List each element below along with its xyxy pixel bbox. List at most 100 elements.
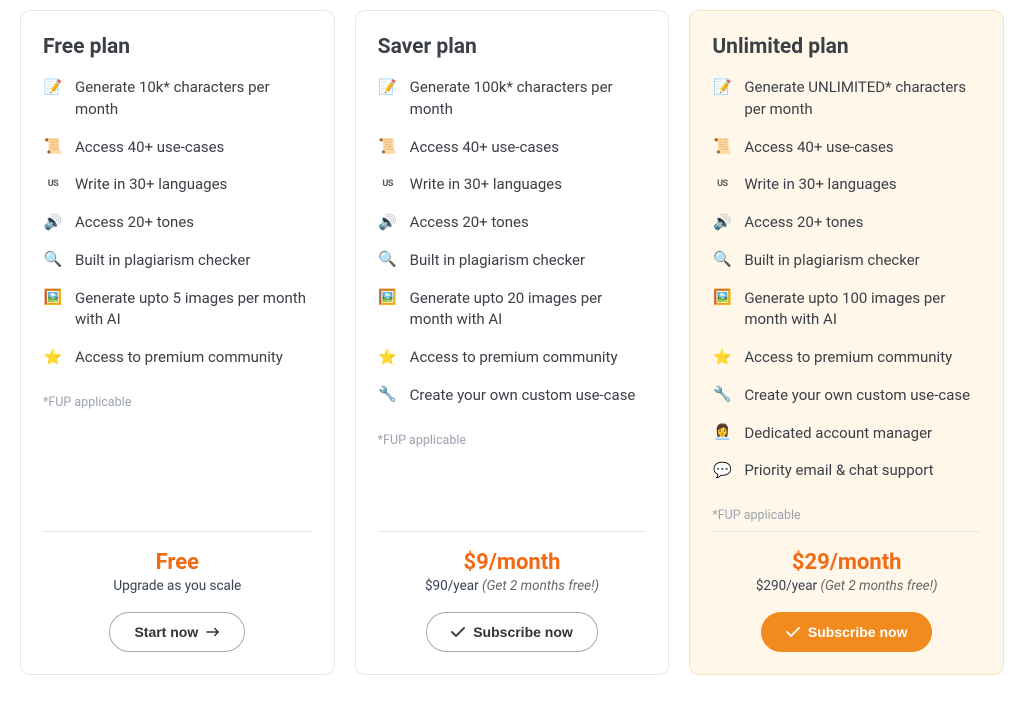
feature-label: Access 20+ tones [744, 212, 863, 234]
feature-item: 📜 Access 40+ use-cases [43, 137, 312, 159]
feature-item: 🔧 Create your own custom use-case [712, 385, 981, 407]
chat-icon: 💬 [712, 460, 732, 480]
feature-label: Write in 30+ languages [75, 174, 227, 196]
cta-label: Subscribe now [473, 624, 573, 640]
scroll-icon: 📜 [712, 137, 732, 157]
feature-item: 🖼️ Generate upto 20 images per month with… [378, 288, 647, 332]
feature-item: 🔊 Access 20+ tones [43, 212, 312, 234]
document-icon: 📝 [43, 77, 63, 97]
flag-us-icon: US [43, 174, 63, 194]
scroll-icon: 📜 [378, 137, 398, 157]
feature-item: 📝 Generate UNLIMITED* characters per mont… [712, 77, 981, 121]
star-icon: ⭐ [378, 347, 398, 367]
feature-item: 🔧 Create your own custom use-case [378, 385, 647, 407]
feature-item: 📝 Generate 100k* characters per month [378, 77, 647, 121]
feature-list: 📝 Generate UNLIMITED* characters per mont… [712, 77, 981, 498]
plan-card: Unlimited plan 📝 Generate UNLIMITED* chara… [689, 10, 1004, 675]
feature-label: Create your own custom use-case [410, 385, 636, 407]
feature-item: 💬 Priority email & chat support [712, 460, 981, 482]
image-icon: 🖼️ [712, 288, 732, 308]
feature-label: Generate 10k* characters per month [75, 77, 312, 121]
feature-label: Built in plagiarism checker [410, 250, 585, 272]
magnifier-icon: 🔍 [378, 250, 398, 270]
magnifier-icon: 🔍 [712, 250, 732, 270]
feature-item: 🔍 Built in plagiarism checker [712, 250, 981, 272]
star-icon: ⭐ [43, 347, 63, 367]
feature-item: ⭐ Access to premium community [712, 347, 981, 369]
divider [378, 531, 647, 532]
feature-label: Built in plagiarism checker [75, 250, 250, 272]
price-main: $29/month [712, 550, 981, 575]
flag-us-icon: US [712, 174, 732, 194]
feature-item: 👩‍💼Dedicated account manager [712, 423, 981, 445]
plan-title: Unlimited plan [712, 35, 981, 59]
subscribe-now-button[interactable]: Subscribe now [761, 612, 933, 652]
feature-item: US Write in 30+ languages [378, 174, 647, 196]
plan-title: Saver plan [378, 35, 647, 59]
feature-label: Access to premium community [410, 347, 618, 369]
scroll-icon: 📜 [43, 137, 63, 157]
magnifier-icon: 🔍 [43, 250, 63, 270]
wrench-icon: 🔧 [378, 385, 398, 405]
feature-item: 📜 Access 40+ use-cases [712, 137, 981, 159]
feature-list: 📝 Generate 10k* characters per month 📜 Acce… [43, 77, 312, 385]
arrow-right-icon [206, 627, 220, 637]
cta-label: Start now [134, 624, 198, 640]
plan-card: Free plan 📝 Generate 10k* characters per m… [20, 10, 335, 675]
plan-title: Free plan [43, 35, 312, 59]
flag-us-icon: US [378, 174, 398, 194]
feature-label: Priority email & chat support [744, 460, 933, 482]
document-icon: 📝 [378, 77, 398, 97]
speaker-icon: 🔊 [43, 212, 63, 232]
feature-item: ⭐ Access to premium community [378, 347, 647, 369]
feature-item: 🔊Access 20+ tones [378, 212, 647, 234]
feature-label: Access 20+ tones [75, 212, 194, 234]
start-now-button[interactable]: Start now [109, 612, 245, 652]
feature-label: Generate upto 5 images per month with AI [75, 288, 312, 332]
price-sub: $90/year (Get 2 months free!) [378, 578, 647, 594]
feature-label: Create your own custom use-case [744, 385, 970, 407]
feature-label: Generate upto 100 images per month with … [744, 288, 981, 332]
price-main: $9/month [378, 550, 647, 575]
feature-item: 🖼️ Generate upto 5 images per month with … [43, 288, 312, 332]
feature-label: Access to premium community [744, 347, 952, 369]
divider [712, 531, 981, 532]
star-icon: ⭐ [712, 347, 732, 367]
feature-label: Generate 100k* characters per month [410, 77, 647, 121]
manager-icon: 👩‍💼 [712, 423, 732, 443]
subscribe-now-button[interactable]: Subscribe now [426, 612, 598, 652]
check-icon [786, 627, 800, 637]
fup-note: *FUP applicable [712, 508, 981, 523]
check-icon [451, 627, 465, 637]
feature-label: Generate UNLIMITED* characters per month [744, 77, 981, 121]
feature-label: Access 40+ use-cases [410, 137, 559, 159]
image-icon: 🖼️ [378, 288, 398, 308]
cta-label: Subscribe now [808, 624, 908, 640]
feature-item: US Write in 30+ languages [712, 174, 981, 196]
speaker-icon: 🔊 [712, 212, 732, 232]
plans-container: Free plan 📝 Generate 10k* characters per m… [20, 10, 1004, 675]
price-sub: $290/year (Get 2 months free!) [712, 578, 981, 594]
fup-note: *FUP applicable [43, 395, 312, 410]
plan-card: Saver plan 📝 Generate 100k* characters per… [355, 10, 670, 675]
feature-label: Access 40+ use-cases [744, 137, 893, 159]
document-icon: 📝 [712, 77, 732, 97]
price-main: Free [43, 550, 312, 575]
feature-item: 🔊 Access 20+ tones [712, 212, 981, 234]
feature-item: 🔍 Built in plagiarism checker [378, 250, 647, 272]
feature-item: 🖼️ Generate upto 100 images per month wit… [712, 288, 981, 332]
price-block: $9/month $90/year (Get 2 months free!) [378, 550, 647, 594]
feature-label: Write in 30+ languages [410, 174, 562, 196]
feature-item: 🔍 Built in plagiarism checker [43, 250, 312, 272]
feature-label: Write in 30+ languages [744, 174, 896, 196]
image-icon: 🖼️ [43, 288, 63, 308]
feature-label: Generate upto 20 images per month with A… [410, 288, 647, 332]
feature-label: Access 20+ tones [410, 212, 529, 234]
feature-item: US Write in 30+ languages [43, 174, 312, 196]
wrench-icon: 🔧 [712, 385, 732, 405]
feature-label: Built in plagiarism checker [744, 250, 919, 272]
feature-label: Access 40+ use-cases [75, 137, 224, 159]
price-sub: Upgrade as you scale [43, 578, 312, 594]
feature-item: 📜 Access 40+ use-cases [378, 137, 647, 159]
feature-list: 📝 Generate 100k* characters per month 📜 Acc… [378, 77, 647, 423]
